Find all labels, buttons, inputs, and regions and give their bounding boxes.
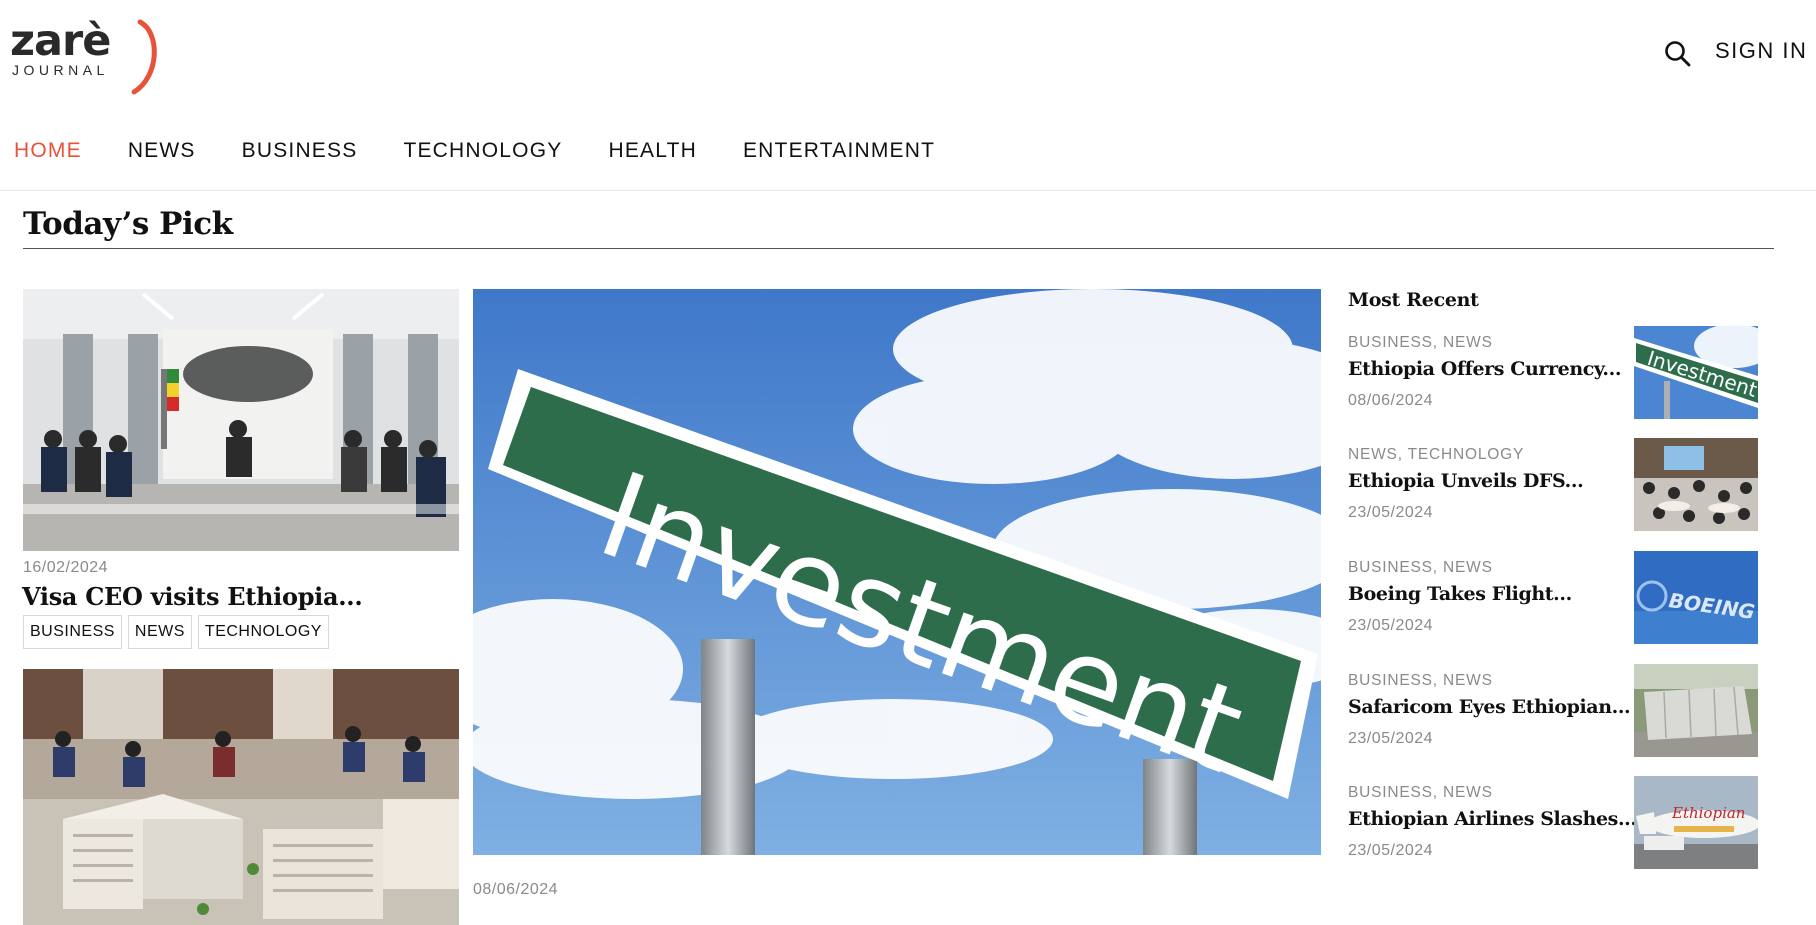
item-date: 23/05/2024 bbox=[1348, 504, 1434, 521]
item-date: 08/06/2024 bbox=[1348, 392, 1434, 409]
most-recent-item: BUSINESS, NEWS Safaricom Eyes Ethiopian.… bbox=[1348, 664, 1760, 767]
section-divider bbox=[23, 248, 1774, 249]
section-title: Today’s Pick bbox=[23, 206, 233, 242]
item-headline[interactable]: Ethiopian Airlines Slashes... bbox=[1348, 808, 1637, 830]
hero-date: 08/06/2024 bbox=[473, 881, 559, 898]
search-icon[interactable] bbox=[1662, 38, 1694, 70]
item-thumbnail[interactable] bbox=[1634, 664, 1758, 757]
item-categories: NEWS, TECHNOLOGY bbox=[1348, 446, 1525, 463]
item-thumbnail[interactable]: BOEING bbox=[1634, 551, 1758, 644]
nav-business[interactable]: BUSINESS bbox=[242, 139, 358, 163]
featured-headline[interactable]: Visa CEO visits Ethiopia... bbox=[22, 582, 363, 611]
item-categories: BUSINESS, NEWS bbox=[1348, 784, 1493, 801]
item-date: 23/05/2024 bbox=[1348, 730, 1434, 747]
item-headline[interactable]: Ethiopia Unveils DFS... bbox=[1348, 470, 1584, 492]
item-headline[interactable]: Ethiopia Offers Currency... bbox=[1348, 358, 1621, 380]
nav-technology[interactable]: TECHNOLOGY bbox=[403, 139, 562, 163]
item-headline[interactable]: Boeing Takes Flight... bbox=[1348, 583, 1572, 605]
nav-entertainment[interactable]: ENTERTAINMENT bbox=[743, 139, 935, 163]
site-header: zarè JOURNAL SIGN IN HOME NEWS BUSINESS … bbox=[0, 0, 1816, 191]
item-thumbnail[interactable]: Ethiopian bbox=[1634, 776, 1758, 869]
site-logo[interactable]: zarè JOURNAL bbox=[10, 16, 160, 95]
nav-news[interactable]: NEWS bbox=[128, 139, 196, 163]
hero-investment-image[interactable]: Investment bbox=[473, 289, 1321, 855]
item-categories: BUSINESS, NEWS bbox=[1348, 559, 1493, 576]
most-recent-item: BUSINESS, NEWS Boeing Takes Flight... 23… bbox=[1348, 551, 1760, 654]
item-categories: BUSINESS, NEWS bbox=[1348, 334, 1493, 351]
featured-tags: BUSINESS NEWS TECHNOLOGY bbox=[23, 615, 329, 649]
most-recent-item: NEWS, TECHNOLOGY Ethiopia Unveils DFS...… bbox=[1348, 438, 1760, 541]
logo-subtitle: JOURNAL bbox=[12, 62, 109, 78]
visa-meeting-image[interactable] bbox=[23, 289, 459, 551]
nav-home[interactable]: HOME bbox=[14, 139, 82, 163]
tag-technology[interactable]: TECHNOLOGY bbox=[197, 615, 329, 649]
conference-model-image[interactable] bbox=[23, 669, 459, 925]
sign-in-link[interactable]: SIGN IN bbox=[1715, 38, 1807, 64]
item-date: 23/05/2024 bbox=[1348, 842, 1434, 859]
svg-text:Ethiopian: Ethiopian bbox=[1671, 804, 1745, 822]
nav-health[interactable]: HEALTH bbox=[608, 139, 697, 163]
logo-wordmark: zarè bbox=[10, 16, 111, 66]
item-thumbnail[interactable]: Investment bbox=[1634, 326, 1758, 419]
tag-business[interactable]: BUSINESS bbox=[23, 615, 122, 649]
most-recent-title: Most Recent bbox=[1348, 289, 1479, 311]
featured-date: 16/02/2024 bbox=[23, 559, 109, 576]
item-thumbnail[interactable] bbox=[1634, 438, 1758, 531]
item-categories: BUSINESS, NEWS bbox=[1348, 672, 1493, 689]
most-recent-item: BUSINESS, NEWS Ethiopian Airlines Slashe… bbox=[1348, 776, 1760, 879]
tag-news[interactable]: NEWS bbox=[127, 615, 192, 649]
most-recent-item: BUSINESS, NEWS Ethiopia Offers Currency.… bbox=[1348, 326, 1760, 429]
logo-bracket-icon bbox=[131, 19, 157, 95]
main-nav: HOME NEWS BUSINESS TECHNOLOGY HEALTH ENT… bbox=[14, 139, 981, 163]
item-date: 23/05/2024 bbox=[1348, 617, 1434, 634]
item-headline[interactable]: Safaricom Eyes Ethiopian... bbox=[1348, 696, 1631, 718]
